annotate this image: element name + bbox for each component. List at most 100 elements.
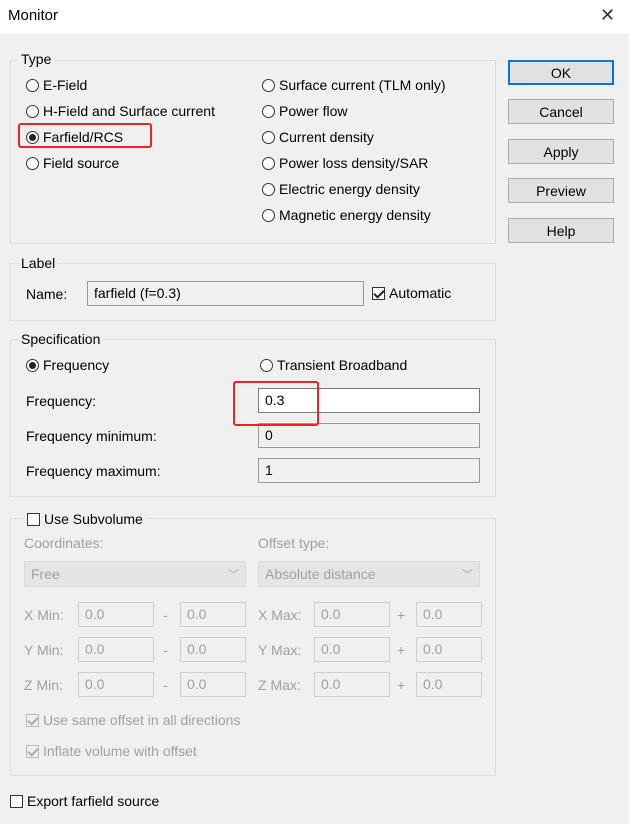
frequency-max-label: Frequency maximum: (26, 463, 161, 479)
x-min-field[interactable]: 0.0 (78, 602, 154, 627)
z-max-field[interactable]: 0.0 (314, 672, 390, 697)
radio-label: Current density (279, 129, 374, 145)
radio-transient-broadband[interactable]: Transient Broadband (260, 357, 407, 373)
minus-sign: - (163, 642, 168, 658)
radio-field-source[interactable]: Field source (26, 155, 119, 171)
radio-magnetic-energy[interactable]: Magnetic energy density (262, 207, 431, 223)
checkbox-label: Export farfield source (27, 793, 160, 809)
radio-label: Field source (43, 155, 120, 171)
cancel-button[interactable]: Cancel (508, 99, 614, 124)
radio-circle (26, 104, 39, 118)
same-offset-checkbox[interactable]: Use same offset in all directions (26, 712, 240, 728)
chevron-down-icon: ﹀ (228, 569, 239, 581)
checkbox-box-checked (372, 286, 385, 300)
offset-type-dropdown[interactable]: Absolute distance ﹀ (258, 561, 480, 587)
radio-surface-current[interactable]: Surface current (TLM only) (262, 77, 446, 93)
close-icon[interactable]: ✕ (600, 5, 615, 26)
radio-circle (262, 78, 275, 92)
radio-electric-energy[interactable]: Electric energy density (262, 181, 420, 197)
help-button[interactable]: Help (508, 218, 614, 243)
apply-button[interactable]: Apply (508, 139, 614, 164)
y-max-label: Y Max: (258, 642, 302, 658)
checkbox-label: Use Subvolume (44, 511, 143, 527)
y-min-field[interactable]: 0.0 (78, 637, 154, 662)
radio-power-loss[interactable]: Power loss density/SAR (262, 155, 428, 171)
annotation-highlight-frequency (233, 381, 319, 426)
radio-label: Frequency (43, 357, 110, 373)
use-subvolume-checkbox[interactable]: Use Subvolume (24, 511, 146, 527)
coordinates-dropdown[interactable]: Free ﹀ (24, 561, 246, 587)
offset-type-label: Offset type: (258, 535, 330, 551)
y-max-offset-field[interactable]: 0.0 (416, 637, 482, 662)
plus-sign: + (397, 607, 406, 623)
z-max-label: Z Max: (258, 677, 301, 693)
radio-label: Power loss density/SAR (279, 155, 429, 171)
radio-label: Power flow (279, 103, 348, 119)
radio-label: Transient Broadband (277, 357, 408, 373)
y-max-field[interactable]: 0.0 (314, 637, 390, 662)
minus-sign: - (163, 677, 168, 693)
preview-button[interactable]: Preview (508, 178, 614, 203)
dropdown-value: Absolute distance (265, 566, 376, 582)
checkbox-label: Automatic (389, 285, 452, 301)
radio-circle (262, 156, 275, 170)
radio-current-density[interactable]: Current density (262, 129, 374, 145)
name-label: Name: (26, 286, 68, 302)
checkbox-box (27, 512, 40, 526)
radio-circle (26, 78, 39, 92)
label-legend: Label (18, 255, 59, 271)
chevron-down-icon: ﹀ (462, 569, 473, 581)
frequency-max-field[interactable]: 1 (258, 458, 480, 483)
annotation-highlight-farfield (18, 123, 152, 148)
checkbox-box (10, 794, 23, 808)
x-min-offset-field[interactable]: 0.0 (180, 602, 246, 627)
y-min-offset-field[interactable]: 0.0 (180, 637, 246, 662)
radio-circle (262, 182, 275, 196)
radio-frequency[interactable]: Frequency (26, 357, 109, 373)
y-min-label: Y Min: (24, 642, 64, 658)
z-min-field[interactable]: 0.0 (78, 672, 154, 697)
z-max-offset-field[interactable]: 0.0 (416, 672, 482, 697)
x-max-offset-field[interactable]: 0.0 (416, 602, 482, 627)
z-min-label: Z Min: (24, 677, 63, 693)
x-min-label: X Min: (24, 607, 64, 623)
frequency-label: Frequency: (26, 393, 97, 409)
plus-sign: + (397, 677, 406, 693)
radio-h-field[interactable]: H-Field and Surface current (26, 103, 215, 119)
dropdown-value: Free (31, 566, 60, 582)
frequency-min-field[interactable]: 0 (258, 423, 480, 448)
window-title: Monitor (8, 7, 59, 24)
ok-button[interactable]: OK (508, 60, 614, 85)
checkbox-box-checked (26, 744, 39, 758)
radio-circle-selected (26, 358, 39, 372)
automatic-checkbox[interactable]: Automatic (372, 285, 451, 301)
type-legend: Type (18, 51, 55, 67)
radio-circle (262, 208, 275, 222)
checkbox-label: Use same offset in all directions (43, 712, 241, 728)
radio-circle (26, 156, 39, 170)
checkbox-label: Inflate volume with offset (43, 743, 197, 759)
radio-label: Magnetic energy density (279, 207, 431, 223)
coordinates-label: Coordinates: (24, 535, 104, 551)
inflate-volume-checkbox[interactable]: Inflate volume with offset (26, 743, 197, 759)
frequency-min-label: Frequency minimum: (26, 428, 157, 444)
checkbox-box-checked (26, 713, 39, 727)
radio-label: Electric energy density (279, 181, 420, 197)
export-farfield-checkbox[interactable]: Export farfield source (10, 793, 159, 809)
title-bar: Monitor ✕ (0, 0, 629, 34)
name-field[interactable]: farfield (f=0.3) (87, 281, 364, 306)
radio-label: Surface current (TLM only) (279, 77, 446, 93)
radio-e-field[interactable]: E-Field (26, 77, 87, 93)
radio-circle (260, 358, 273, 372)
z-min-offset-field[interactable]: 0.0 (180, 672, 246, 697)
radio-label: E-Field (43, 77, 88, 93)
minus-sign: - (163, 607, 168, 623)
radio-power-flow[interactable]: Power flow (262, 103, 347, 119)
radio-circle (262, 130, 275, 144)
plus-sign: + (397, 642, 406, 658)
radio-circle (262, 104, 275, 118)
radio-label: H-Field and Surface current (43, 103, 215, 119)
specification-legend: Specification (18, 331, 104, 347)
x-max-label: X Max: (258, 607, 302, 623)
x-max-field[interactable]: 0.0 (314, 602, 390, 627)
